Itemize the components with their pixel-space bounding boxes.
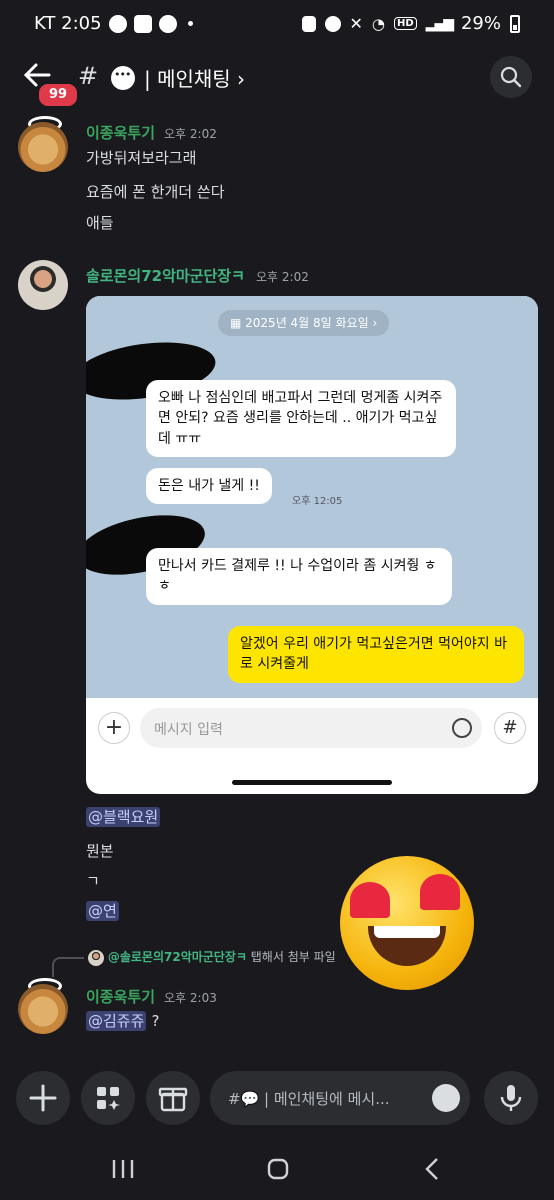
microphone-icon [500,1085,522,1111]
message-input[interactable]: #💬 | 메인채팅에 메시... [210,1071,470,1125]
calendar-icon: ▦ [230,316,246,330]
chat-bubble: 오빠 나 점심인데 배고파서 그런데 멍게좀 시켜주면 안되? 요즘 생리를 안… [146,380,456,457]
alarm-icon [324,15,341,32]
message-text: ㄱ [86,872,100,890]
reply-connector [52,957,84,977]
back-nav-icon[interactable] [424,1157,440,1181]
signal-icon: ▂▄▆ [425,15,454,32]
message-suffix: ? [151,1012,160,1030]
reply-avatar [88,949,104,966]
home-icon[interactable] [266,1157,290,1181]
chat-bubble: 만나서 카드 결제루 !! 나 수업이라 좀 시켜줭 ㅎㅎ [146,548,452,605]
message-text: 가방뒤져보라그래 [86,149,197,167]
apps-button[interactable] [81,1071,135,1125]
teeth [374,926,440,938]
speech-balloon-icon [111,66,135,90]
bubble-time: 오후 12:05 [292,496,343,507]
gift-icon [158,1087,188,1112]
avatar[interactable] [18,122,68,172]
mention-line: @블랙요원 [86,806,161,827]
talk-icon [108,14,127,33]
user-mention[interactable]: @김쥬쥬 [86,1011,147,1031]
unread-badge: 99 [37,82,79,108]
reply-text: 탭해서 첨부 파일 보기 [250,950,338,964]
battery-saver-icon [301,15,316,32]
message-time: 오후 2:02 [164,127,217,141]
input-placeholder: 메시지 입력 [154,722,223,738]
search-icon [500,66,522,88]
emoji-button[interactable] [432,1084,460,1112]
battery-icon [510,14,520,33]
app-icon [158,14,177,33]
channel-hash-icon: # [78,62,99,90]
heart-eyes-emoji [340,856,474,990]
date-pill: ▦ 2025년 4월 8일 화요일 › [218,310,390,336]
channel-title[interactable]: | 메인채팅 › [144,63,245,92]
chat-bubble: 돈은 내가 낼게 !! [146,468,272,505]
screenshot-message-field: 메시지 입력 [140,708,482,748]
message-text: 요즘에 폰 한개더 쓴다 [86,183,225,201]
emoji-icon [452,718,472,738]
reply-preview[interactable]: @솔로몬의72악마군단장ㅋ 탭해서 첨부 파일 보기 [88,948,338,966]
plus-icon: + [98,712,130,744]
system-nav-bar [0,1140,554,1200]
author-name[interactable]: 이종욱투기 [86,122,155,143]
image-attachment[interactable]: ▦ 2025년 4월 8일 화요일 › 오빠 나 점심인데 배고파서 그런데 멍… [86,296,538,794]
gift-button[interactable] [146,1071,200,1125]
message-time: 오후 2:03 [164,991,217,1005]
screenshot-input-bar: + 메시지 입력 # [98,708,526,748]
wifi-icon: ◔ [371,14,385,33]
author-name[interactable]: 솔로몬의72악마군단장ㅋ [86,265,245,286]
battery-percent: 29% [460,13,501,34]
chat-bubble-me: 알겠어 우리 애기가 먹고싶은거면 먹어야지 바로 시켜줄게 [228,626,524,683]
more-notifications-icon [187,21,193,26]
avatar[interactable] [18,984,68,1034]
mute-icon: ✕ [349,14,363,33]
hash-icon: # [494,712,526,744]
status-bar: KT 2:05 ✕ ◔ HD ▂▄▆ 29% [0,0,554,50]
home-indicator [232,780,392,785]
date-text: 2025년 4월 8일 화요일 › [245,316,378,330]
plus-icon [29,1084,57,1112]
mention-line: @연 [86,900,119,921]
voice-button[interactable] [484,1071,538,1125]
search-button[interactable] [490,56,532,98]
reply-author: @솔로몬의72악마군단장ㅋ [107,950,247,964]
message-input-placeholder: #💬 | 메인채팅에 메시... [228,1090,390,1108]
add-attachment-button[interactable] [16,1071,70,1125]
apps-icon [97,1087,120,1110]
carrier-time: KT 2:05 [34,13,102,34]
user-mention[interactable]: @연 [86,901,119,921]
heart-eye-left [350,882,390,918]
avatar[interactable] [18,260,68,310]
message-text: 뭔본 [86,842,114,860]
gallery-icon [133,14,152,33]
message-text: 애들 [86,214,114,232]
user-mention[interactable]: @블랙요원 [86,807,161,827]
recents-icon[interactable] [110,1158,136,1180]
hd-icon: HD [394,17,417,30]
message-text: @김쥬쥬 ? [86,1010,159,1031]
author-name[interactable]: 이종욱투기 [86,986,155,1007]
heart-eye-right [420,874,460,910]
message-time: 오후 2:02 [256,270,309,284]
